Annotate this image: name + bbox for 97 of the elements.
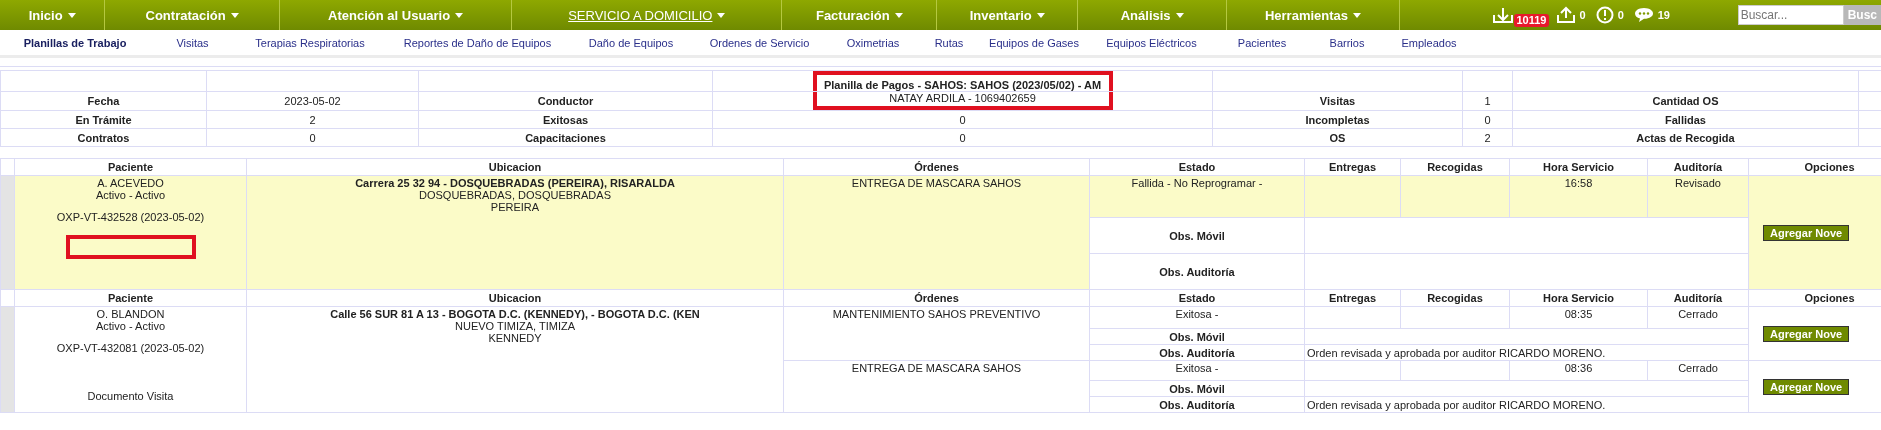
- caret-icon: [455, 12, 464, 18]
- field-label: Obs. Móvil: [1169, 229, 1225, 242]
- summary-label: Cantidad OS: [1652, 95, 1719, 107]
- chat-bubble-icon[interactable]: [1633, 7, 1654, 23]
- summary-value: 2: [309, 113, 316, 126]
- order-status: Exitosa -: [1175, 362, 1219, 374]
- summary-value: 0: [309, 131, 316, 144]
- caret-icon: [230, 12, 239, 18]
- summary-label: Visitas: [1319, 95, 1356, 107]
- submenu-link[interactable]: Planillas de Trabajo: [23, 36, 127, 49]
- order-status: Exitosa -: [1175, 308, 1219, 320]
- summary-label: Incompletas: [1305, 113, 1370, 126]
- submenu-link[interactable]: Pacientes: [1237, 36, 1287, 49]
- submenu-link[interactable]: Terapias Respiratorias: [255, 36, 365, 49]
- summary-label: OS: [1329, 131, 1346, 144]
- notification-badge: 10119: [1513, 14, 1550, 27]
- caret-icon: [1353, 12, 1362, 18]
- audit-note: Orden revisada y aprobada por auditor RICARDO MORENO.: [1307, 398, 1606, 411]
- summary-value: 2: [1484, 131, 1491, 144]
- order-status: Fallida - No Reprogramar -: [1131, 177, 1263, 189]
- service-time: 16:58: [1564, 177, 1593, 189]
- summary-label: Fallidas: [1665, 113, 1706, 126]
- submenu-link[interactable]: Equipos Eléctricos: [1106, 36, 1197, 49]
- city: PEREIRA: [490, 201, 540, 213]
- neighborhood: NUEVO TIMIZA, TIMIZA: [455, 320, 575, 332]
- service-time: 08:35: [1564, 308, 1593, 320]
- message-count: 19: [1657, 9, 1670, 21]
- audit-status: Revisado: [1675, 177, 1721, 189]
- field-label: Obs. Auditoría: [1159, 265, 1235, 278]
- patient-name: O. BLANDON: [96, 308, 165, 320]
- order-name: ENTREGA DE MASCARA SAHOS: [851, 362, 1022, 374]
- submenu-link[interactable]: Visitas: [176, 36, 209, 49]
- caret-icon: [894, 12, 903, 18]
- alert-icon[interactable]: [1595, 6, 1614, 24]
- caret-icon: [1036, 12, 1045, 18]
- audit-note: Orden revisada y aprobada por auditor RICARDO MORENO.: [1307, 346, 1606, 359]
- submenu-link[interactable]: Equipos de Gases: [989, 36, 1079, 49]
- column-header: Paciente: [14, 158, 247, 176]
- column-header: Ubicacion: [246, 158, 784, 176]
- column-header: Recogidas: [1400, 158, 1510, 176]
- column-header: Entregas: [1304, 158, 1401, 176]
- column-header: Estado: [1089, 158, 1305, 176]
- address: Carrera 25 32 94 - DOSQUEBRADAS (PEREIRA), RISARALDA: [355, 177, 675, 189]
- upload-icon[interactable]: [1555, 6, 1576, 24]
- submenu-link[interactable]: Reportes de Daño de Equipos: [403, 36, 552, 49]
- caret-icon: [67, 12, 76, 18]
- audit-status: Cerrado: [1678, 362, 1718, 374]
- document-link[interactable]: Documento Visita: [87, 390, 174, 402]
- driver-name: NATAY ARDILA - 1069402659: [812, 92, 1113, 110]
- patient-status: Activo - Activo: [95, 320, 166, 332]
- visit-code: OXP-VT-432081 (2023-05-02): [56, 342, 205, 354]
- summary-label: Conductor: [537, 95, 594, 107]
- patient-name: A. ACEVEDO: [97, 177, 164, 189]
- summary-label: En Trámite: [75, 113, 132, 126]
- submenu-link[interactable]: Ordenes de Servicio: [709, 36, 810, 49]
- service-time: 08:36: [1564, 362, 1593, 374]
- audit-status: Cerrado: [1678, 308, 1718, 320]
- submenu-link[interactable]: Empleados: [1401, 36, 1457, 49]
- summary-label: Fecha: [87, 95, 120, 107]
- field-label: Obs. Auditoría: [1159, 346, 1235, 359]
- summary-label: Capacitaciones: [525, 131, 606, 144]
- summary-value: 0: [1484, 113, 1491, 126]
- address: Calle 56 SUR 81 A 13 - BOGOTA D.C. (KENNEDY), - BOGOTA D.C. (KEN: [330, 308, 700, 320]
- caret-icon: [717, 12, 726, 18]
- summary-value: 1: [1484, 95, 1491, 107]
- upload-count: 0: [1579, 9, 1586, 21]
- visit-code: OXP-VT-432528 (2023-05-02): [56, 211, 205, 223]
- order-name: MANTENIMIENTO SAHOS PREVENTIVO: [832, 308, 1041, 320]
- patient-status: Activo - Activo: [95, 189, 166, 201]
- summary-title: Planilla de Pagos - SAHOS: SAHOS (2023/05/02) - AM: [812, 71, 1113, 91]
- column-header: Órdenes: [783, 158, 1090, 176]
- alert-count: 0: [1617, 9, 1624, 21]
- add-button[interactable]: Agregar Nove: [1763, 224, 1850, 241]
- add-button[interactable]: Agregar Nove: [1763, 378, 1850, 395]
- field-label: Obs. Móvil: [1169, 382, 1225, 395]
- summary-value: 2023-05-02: [284, 95, 341, 107]
- city: KENNEDY: [488, 332, 542, 344]
- column-header: Auditoría: [1647, 158, 1749, 176]
- submenu-link[interactable]: Daño de Equipos: [588, 36, 674, 49]
- search-field[interactable]: Buscar...: [1737, 5, 1844, 25]
- summary-value: 0: [959, 131, 966, 144]
- summary-label: Contratos: [77, 131, 130, 144]
- submenu-link[interactable]: Barrios: [1329, 36, 1365, 49]
- order-name: ENTREGA DE MASCARA SAHOS: [851, 177, 1022, 189]
- column-header: Opciones: [1748, 158, 1881, 176]
- submenu-link[interactable]: Rutas: [934, 36, 964, 49]
- caret-icon: [1175, 12, 1184, 18]
- summary-label: Actas de Recogida: [1636, 131, 1735, 144]
- field-label: Obs. Móvil: [1169, 330, 1225, 343]
- summary-value: 0: [959, 113, 966, 126]
- add-button[interactable]: Agregar Nove: [1763, 325, 1850, 342]
- field-label: Obs. Auditoría: [1159, 398, 1235, 411]
- summary-label: Exitosas: [542, 113, 589, 126]
- submenu-link[interactable]: Oximetrias: [846, 36, 900, 49]
- inbox-tray-icon[interactable]: [1491, 6, 1514, 24]
- neighborhood: DOSQUEBRADAS, DOSQUEBRADAS: [419, 189, 611, 201]
- column-header: Hora Servicio: [1509, 158, 1648, 176]
